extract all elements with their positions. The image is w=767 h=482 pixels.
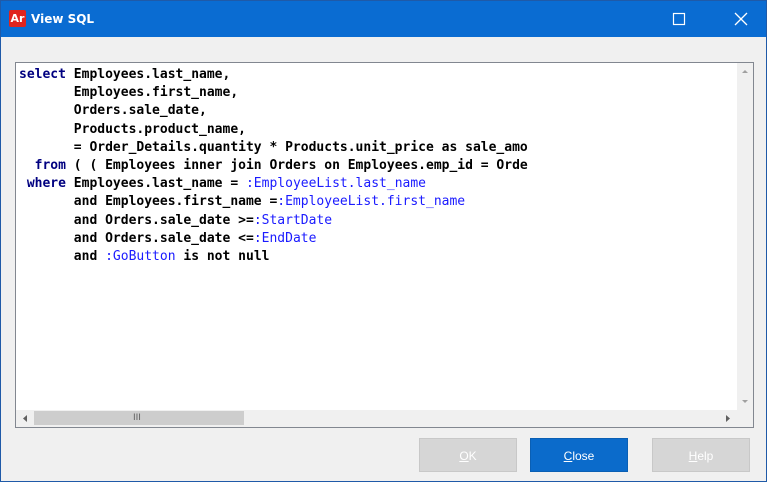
chevron-up-icon [742, 70, 748, 73]
horizontal-scrollbar[interactable]: III [16, 410, 737, 427]
sql-text: Orders.sale_date, [19, 103, 207, 119]
scrollbar-corner [737, 410, 753, 427]
sql-line: from ( ( Employees inner join Orders on … [19, 157, 737, 175]
sql-text: and Orders.sale_date >= [19, 212, 254, 228]
scroll-down-arrow[interactable] [737, 393, 753, 410]
sql-parameter: :GoButton [105, 248, 176, 264]
scroll-right-arrow[interactable] [720, 410, 736, 427]
sql-parameter: :EmployeeList.first_name [277, 194, 466, 210]
view-sql-dialog: Ar View SQL select Employees.last_name, … [0, 0, 767, 482]
sql-text: and [19, 248, 106, 264]
sql-line: Products.product_name, [19, 121, 737, 139]
maximize-button[interactable] [657, 1, 703, 37]
sql-text: Products.product_name, [19, 121, 246, 137]
app-icon: Ar [9, 10, 26, 27]
sql-text: = Order_Details.quantity * Products.unit… [19, 139, 528, 155]
sql-text: and Employees.first_name = [19, 194, 278, 210]
sql-line: where Employees.last_name = :EmployeeLis… [19, 175, 737, 193]
sql-text: ( ( Employees inner join Orders on Emplo… [65, 157, 528, 173]
sql-line: = Order_Details.quantity * Products.unit… [19, 139, 737, 157]
scroll-thumb-grip: III [133, 413, 141, 423]
sql-line: Employees.first_name, [19, 84, 737, 102]
sql-text: Employees.first_name, [19, 85, 239, 101]
horizontal-scroll-thumb[interactable]: III [34, 411, 244, 425]
title-bar[interactable]: Ar View SQL [1, 1, 766, 37]
ok-mnemonic: O [459, 449, 469, 463]
close-icon [734, 12, 748, 26]
scroll-up-arrow[interactable] [737, 63, 753, 80]
sql-text: is not null [175, 248, 270, 264]
sql-line: Orders.sale_date, [19, 102, 737, 120]
sql-line: and Employees.first_name =:EmployeeList.… [19, 193, 737, 211]
ok-button[interactable]: OK [419, 438, 517, 472]
sql-keyword: from [19, 157, 66, 173]
sql-text: Employees.last_name = [65, 176, 246, 192]
sql-text-area[interactable]: select Employees.last_name, Employees.fi… [15, 62, 754, 428]
close-label: lose [572, 449, 595, 463]
sql-code[interactable]: select Employees.last_name, Employees.fi… [19, 66, 737, 407]
sql-line: and :GoButton is not null [19, 248, 737, 266]
window-title: View SQL [31, 12, 95, 26]
scroll-left-arrow[interactable] [17, 410, 33, 427]
help-button[interactable]: Help [652, 438, 750, 472]
close-window-button[interactable] [719, 1, 765, 37]
sql-line: select Employees.last_name, [19, 66, 737, 84]
sql-line: and Orders.sale_date >=:StartDate [19, 212, 737, 230]
sql-parameter: :EmployeeList.last_name [245, 176, 426, 192]
vertical-scrollbar[interactable] [737, 63, 753, 410]
help-label: elp [697, 449, 714, 463]
sql-parameter: :EndDate [253, 230, 317, 246]
ok-label: K [468, 449, 477, 463]
maximize-icon [672, 12, 686, 26]
close-button[interactable]: Close [530, 438, 628, 472]
sql-keyword: select [19, 67, 66, 82]
sql-parameter: :StartDate [253, 212, 333, 228]
sql-keyword: where [19, 176, 66, 192]
sql-text: Employees.last_name, [65, 67, 231, 82]
sql-line: and Orders.sale_date <=:EndDate [19, 230, 737, 248]
chevron-down-icon [742, 400, 748, 403]
sql-text: and Orders.sale_date <= [19, 230, 254, 246]
